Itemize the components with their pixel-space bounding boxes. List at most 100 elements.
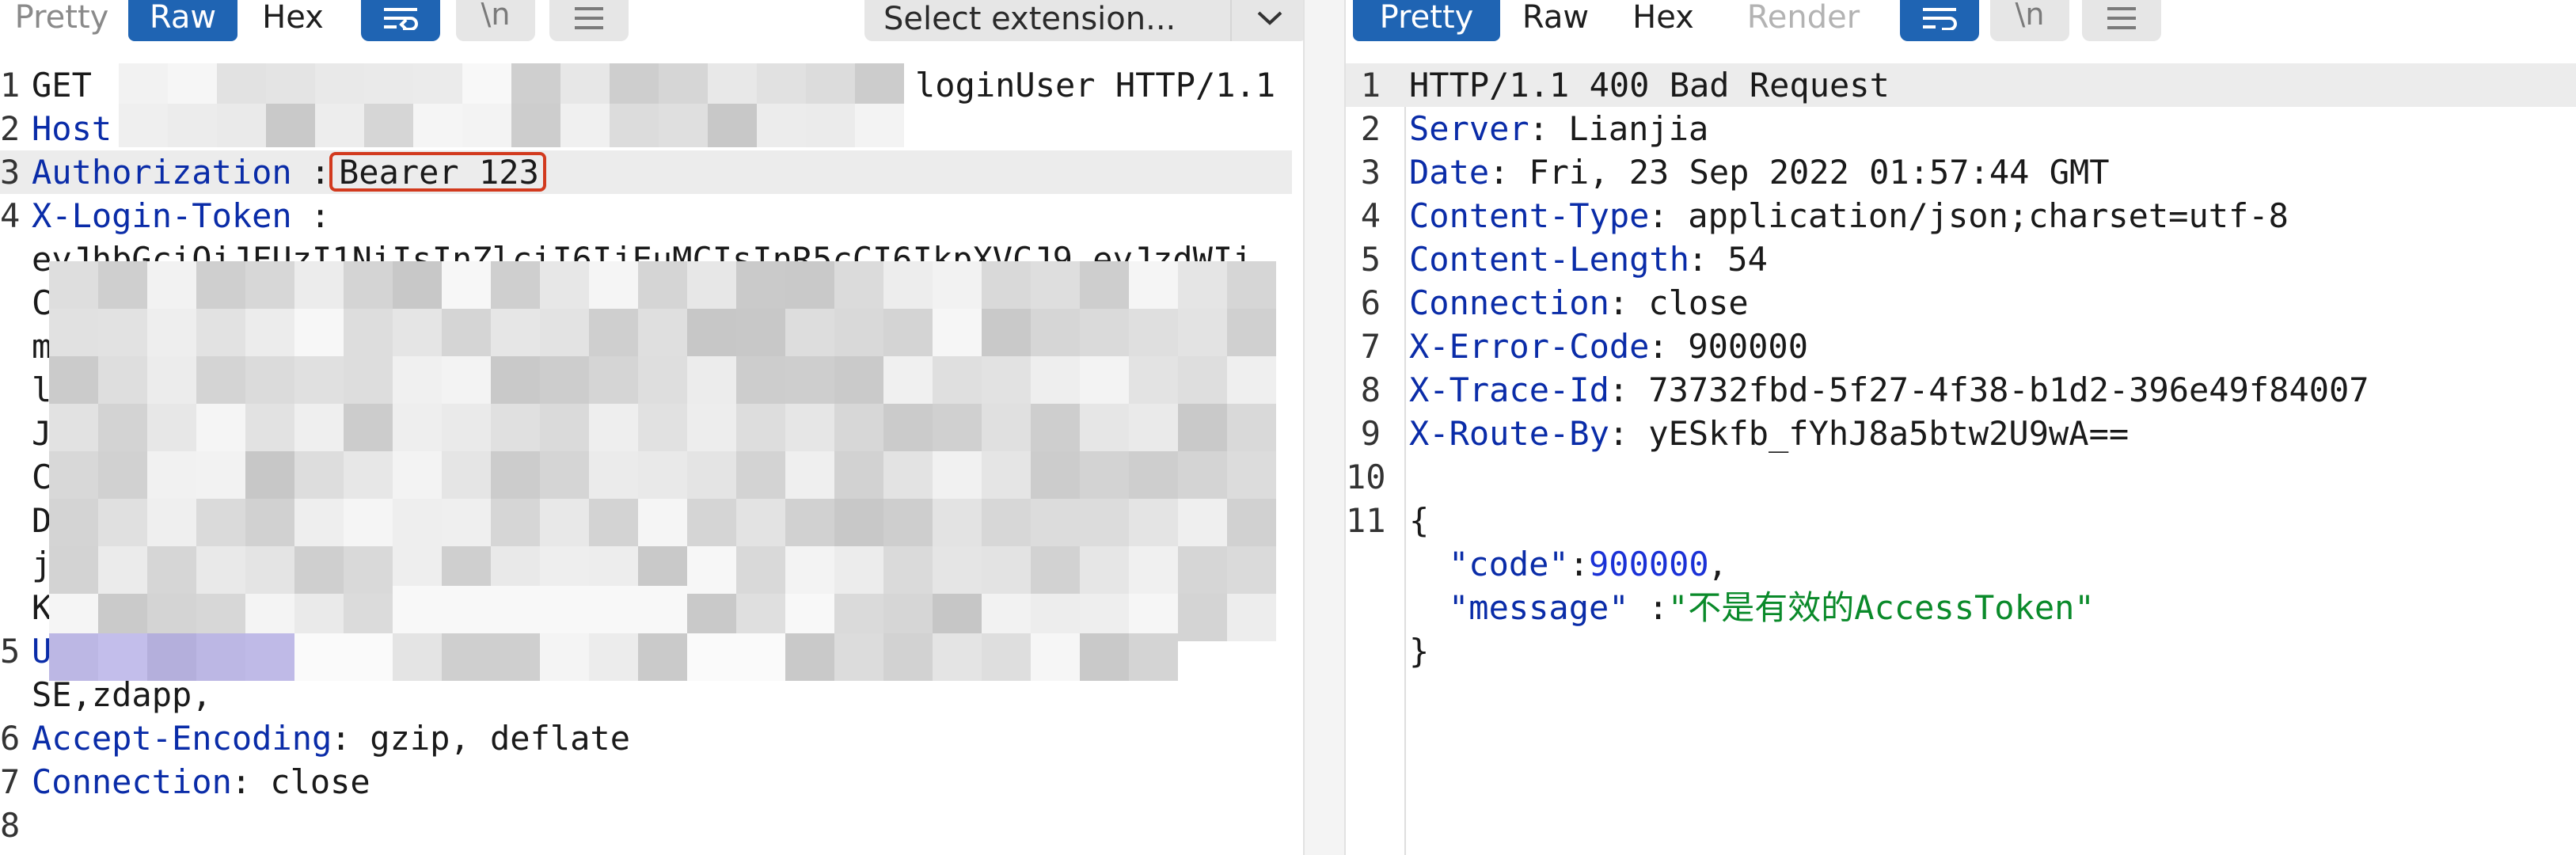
request-tab-hex[interactable]: Hex: [242, 0, 344, 41]
newline-label: \n: [2015, 0, 2045, 32]
mosaic-tile: [540, 633, 589, 681]
mosaic-tile: [393, 499, 442, 546]
header-key: X-Error-Code: [1409, 327, 1650, 366]
mosaic-tile: [1080, 451, 1129, 499]
header-key: Date: [1409, 153, 1490, 192]
mosaic-tile: [883, 261, 933, 309]
mosaic-tile: [834, 633, 883, 681]
mosaic-tile: [393, 633, 442, 681]
mosaic-tile: [147, 309, 196, 356]
mosaic-tile: [834, 451, 883, 499]
request-newline-button[interactable]: \n: [456, 0, 535, 41]
line-number: 1: [1360, 66, 1381, 104]
mosaic-tile: [413, 104, 462, 147]
request-editor[interactable]: 1 GET loginUser HTTP/1.1 2 Host 3 Author…: [0, 63, 1303, 855]
mosaic-tile: [1080, 633, 1129, 681]
mosaic-tile: [315, 104, 364, 147]
response-wrap-button[interactable]: [1900, 0, 1979, 41]
mosaic-tile: [393, 404, 442, 451]
header-separator: :: [1609, 283, 1629, 322]
mosaic-tile: [217, 104, 266, 147]
line-number: 2: [1360, 109, 1381, 148]
mosaic-tile: [491, 586, 540, 633]
mosaic-tile: [315, 63, 364, 104]
mosaic-tile: [638, 586, 687, 633]
mosaic-tile: [933, 499, 982, 546]
response-tab-pretty[interactable]: Pretty: [1353, 0, 1500, 41]
mosaic-tile: [1178, 309, 1227, 356]
response-menu-button[interactable]: [2082, 0, 2161, 41]
newline-label: \n: [481, 0, 511, 32]
response-newline-button[interactable]: \n: [1990, 0, 2069, 41]
mosaic-tile: [687, 546, 736, 594]
response-editor[interactable]: 1 HTTP/1.1 400 Bad Request 2 Server : Li…: [1346, 63, 2576, 855]
response-line: 7 X-Error-Code : 900000: [1346, 325, 2576, 368]
mosaic-tile: [855, 104, 904, 147]
mosaic-tile: [834, 546, 883, 594]
mosaic-tile: [883, 499, 933, 546]
request-menu-button[interactable]: [549, 0, 629, 41]
mosaic-tile: [982, 499, 1031, 546]
mosaic-tile: [442, 356, 491, 404]
extension-select-toggle[interactable]: [1230, 0, 1303, 41]
response-tab-render[interactable]: Render: [1724, 0, 1883, 41]
mosaic-tile: [785, 499, 834, 546]
mosaic-tile: [834, 261, 883, 309]
request-wrap-button[interactable]: [361, 0, 440, 41]
wrap-lines-icon: [1923, 8, 1957, 30]
mosaic-tile: [933, 404, 982, 451]
header-separator: :: [1489, 153, 1510, 192]
mosaic-tile: [245, 404, 294, 451]
mosaic-tile: [196, 356, 245, 404]
header-value: 900000: [1668, 327, 1809, 366]
mosaic-tile: [659, 63, 708, 104]
mosaic-tile: [364, 63, 413, 104]
mosaic-tile: [1080, 499, 1129, 546]
mosaic-tile: [736, 261, 785, 309]
mosaic-tile: [610, 63, 659, 104]
mosaic-tile: [49, 546, 98, 594]
mosaic-tile: [491, 309, 540, 356]
pane-divider[interactable]: [1303, 0, 1346, 855]
mosaic-tile: [883, 309, 933, 356]
mosaic-tile: [393, 309, 442, 356]
response-tab-hex[interactable]: Hex: [1612, 0, 1715, 41]
header-separator: :: [1529, 109, 1549, 148]
mosaic-tile: [1129, 404, 1178, 451]
line-number: 9: [1360, 414, 1381, 453]
request-tab-raw[interactable]: Raw: [128, 0, 237, 41]
extension-select[interactable]: Select extension...: [864, 0, 1303, 41]
mosaic-tile: [589, 499, 638, 546]
mosaic-tile: [491, 499, 540, 546]
mosaic-tile: [393, 586, 442, 633]
mosaic-tile: [294, 546, 344, 594]
header-key: Content-Type: [1409, 196, 1650, 235]
mosaic-tile: [638, 356, 687, 404]
mosaic-tile: [883, 404, 933, 451]
mosaic-tile: [1031, 633, 1080, 681]
mosaic-tile: [1178, 404, 1227, 451]
mosaic-tile: [785, 261, 834, 309]
request-tab-pretty[interactable]: Pretty: [0, 0, 123, 41]
mosaic-tile: [245, 499, 294, 546]
hamburger-menu-icon: [575, 7, 603, 29]
mosaic-tile: [638, 499, 687, 546]
mosaic-tile: [442, 404, 491, 451]
mosaic-tile: [806, 63, 855, 104]
response-line: 1 HTTP/1.1 400 Bad Request: [1346, 63, 2576, 107]
mosaic-tile: [883, 356, 933, 404]
mosaic-tile: [98, 633, 147, 681]
mosaic-tile: [344, 499, 393, 546]
mosaic-tile: [589, 261, 638, 309]
header-separator: :: [1688, 240, 1708, 279]
mosaic-tile: [511, 104, 560, 147]
mosaic-tile: [147, 356, 196, 404]
mosaic-tile: [883, 546, 933, 594]
mosaic-tile: [294, 309, 344, 356]
response-tab-raw[interactable]: Raw: [1504, 0, 1607, 41]
mosaic-tile: [1227, 451, 1276, 499]
mosaic-tile: [785, 546, 834, 594]
mosaic-tile: [834, 309, 883, 356]
response-line: 5 Content-Length : 54: [1346, 238, 2576, 281]
mosaic-tile: [757, 63, 806, 104]
